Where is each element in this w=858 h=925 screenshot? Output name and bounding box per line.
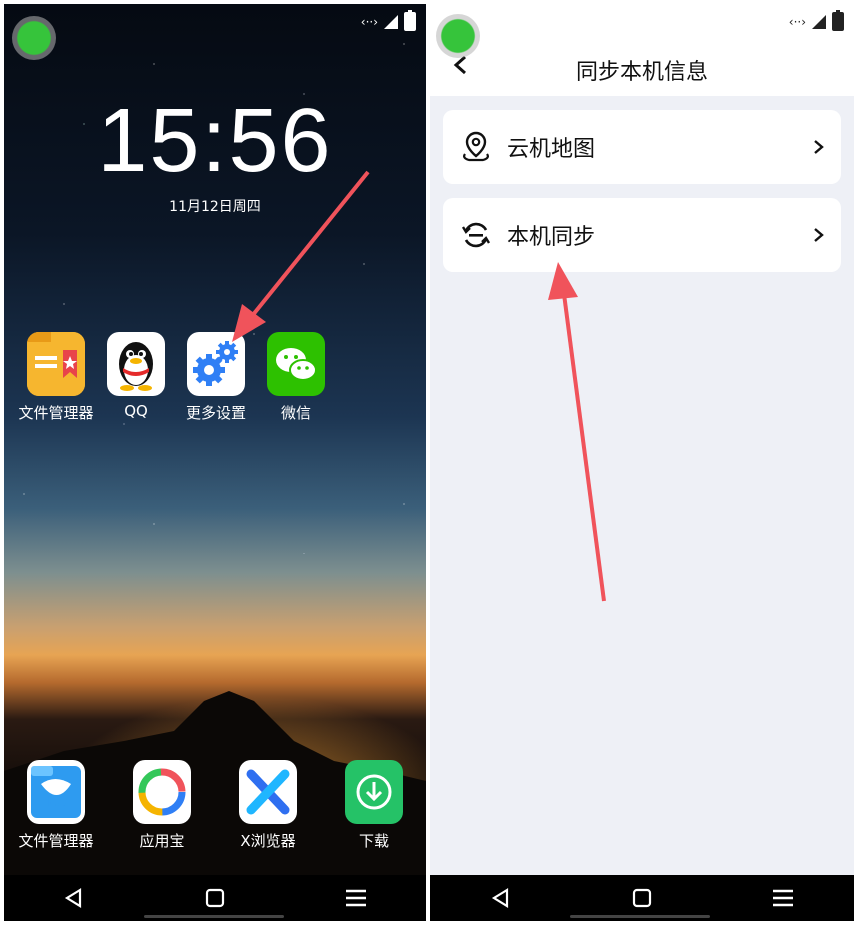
- annotation-arrow-to-sync: [548, 262, 606, 602]
- sync-info-screen: 同步本机信息 ‹··› 云机地图 本机同步: [430, 4, 854, 921]
- home-screen: ‹··› 15:56 11月12日周四 文件管理器 QQ 更多设置 微信 ES …: [4, 4, 426, 921]
- annotation-arrow-to-settings: [232, 170, 370, 342]
